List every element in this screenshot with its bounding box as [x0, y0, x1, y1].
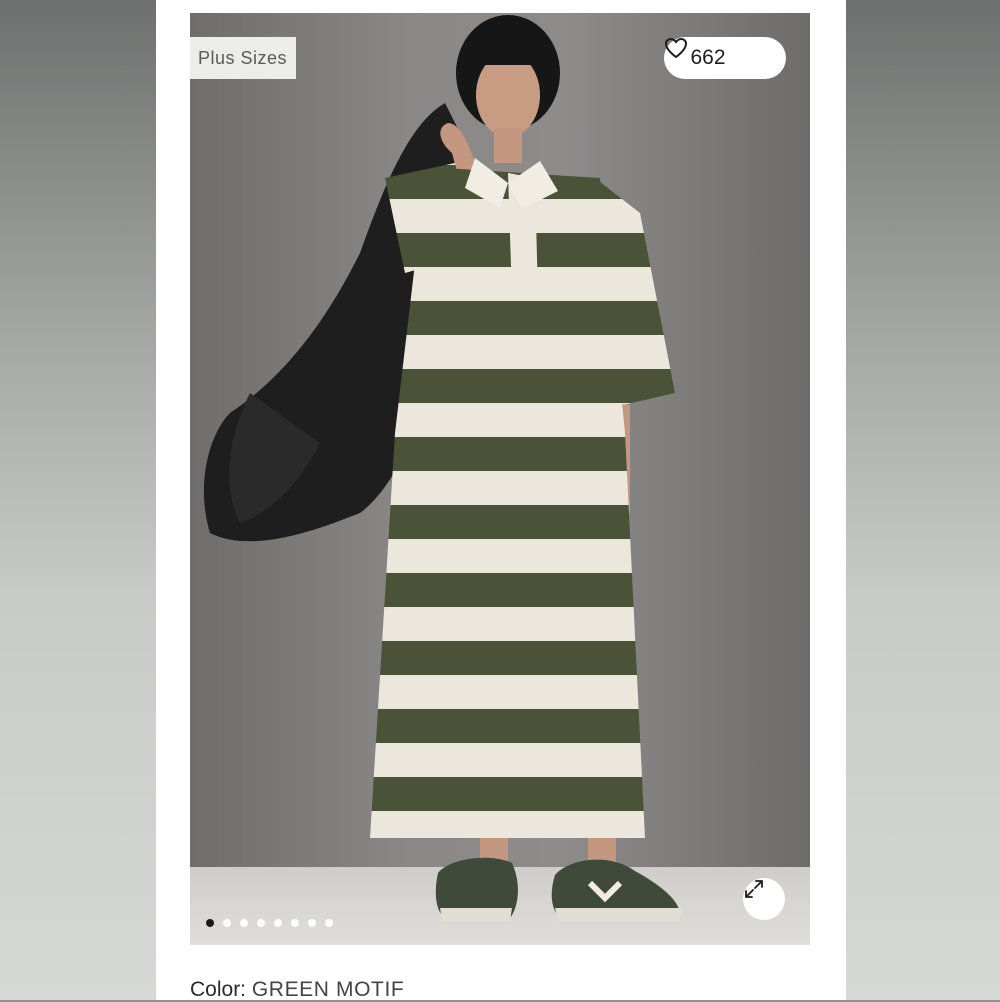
carousel-dot[interactable] — [206, 919, 214, 927]
carousel-dot[interactable] — [274, 919, 282, 927]
carousel-dot[interactable] — [308, 919, 316, 927]
carousel-dot[interactable] — [325, 919, 333, 927]
heart-icon — [664, 37, 760, 69]
plus-sizes-badge: Plus Sizes — [190, 37, 297, 79]
carousel-indicator — [206, 919, 333, 927]
color-label: Color: — [190, 978, 247, 1001]
background-left — [0, 0, 156, 1000]
background-right — [846, 0, 1000, 1000]
like-button[interactable]: 662 — [664, 37, 786, 79]
carousel-dot[interactable] — [257, 919, 265, 927]
expand-button[interactable] — [743, 878, 785, 920]
carousel-dot[interactable] — [223, 919, 231, 927]
carousel-dot[interactable] — [291, 919, 299, 927]
like-count: 662 — [690, 46, 726, 69]
product-image[interactable]: Plus Sizes 662 — [190, 13, 810, 945]
model-figure — [203, 15, 682, 921]
color-value: GREEN MOTIF — [251, 978, 405, 1001]
product-card: Plus Sizes 662 Color: GREEN MOTIF — [156, 0, 846, 1002]
color-selection: Color: GREEN MOTIF — [190, 978, 404, 1002]
carousel-dot[interactable] — [240, 919, 248, 927]
